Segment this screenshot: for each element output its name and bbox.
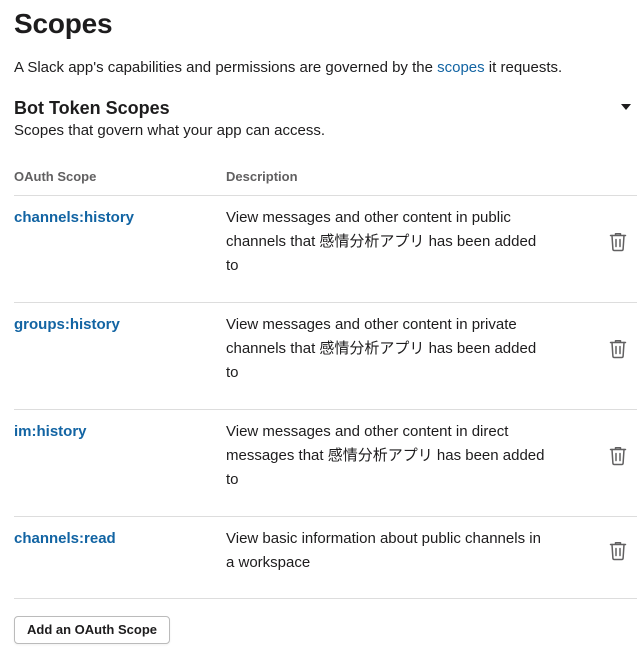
trash-icon — [609, 340, 627, 359]
scope-description: View messages and other content in priva… — [226, 316, 537, 381]
trash-icon — [609, 447, 627, 466]
scope-description: View messages and other content in direc… — [226, 423, 545, 488]
intro-text-after: it requests. — [484, 59, 563, 76]
table-row: channels:read View basic information abo… — [14, 516, 637, 599]
table-header: OAuth Scope Description — [14, 168, 637, 196]
remove-scope-button[interactable] — [609, 232, 627, 252]
section-subtitle: Scopes that govern what your app can acc… — [14, 122, 326, 139]
remove-scope-button[interactable] — [609, 541, 627, 561]
page-title: Scopes — [14, 8, 113, 39]
intro-text-before: A Slack app's capabilities and permissio… — [14, 59, 438, 76]
section-title: Bot Token Scopes — [14, 98, 170, 118]
table-row: channels:history View messages and other… — [14, 195, 637, 302]
table-row: im:history View messages and other conte… — [14, 409, 637, 516]
trash-icon — [609, 233, 627, 252]
collapse-toggle[interactable] — [619, 101, 633, 113]
add-oauth-scope-button[interactable]: Add an OAuth Scope — [14, 616, 170, 644]
scope-description: View messages and other content in publi… — [226, 209, 537, 274]
caret-down-icon — [621, 104, 631, 110]
scope-description: View basic information about public chan… — [226, 530, 541, 571]
oauth-scope-column-header: OAuth Scope — [14, 169, 97, 184]
remove-scope-button[interactable] — [609, 446, 627, 466]
scopes-link[interactable]: scopes — [437, 59, 485, 76]
trash-icon — [609, 542, 627, 561]
remove-scope-button[interactable] — [609, 339, 627, 359]
table-row: groups:history View messages and other c… — [14, 302, 637, 409]
scope-name[interactable]: channels:read — [14, 529, 116, 549]
description-column-header: Description — [226, 169, 298, 184]
scope-name[interactable]: channels:history — [14, 208, 134, 228]
intro-text: A Slack app's capabilities and permissio… — [14, 58, 562, 78]
scope-name[interactable]: groups:history — [14, 315, 120, 335]
scope-name[interactable]: im:history — [14, 422, 87, 442]
scopes-table: channels:history View messages and other… — [14, 195, 637, 599]
